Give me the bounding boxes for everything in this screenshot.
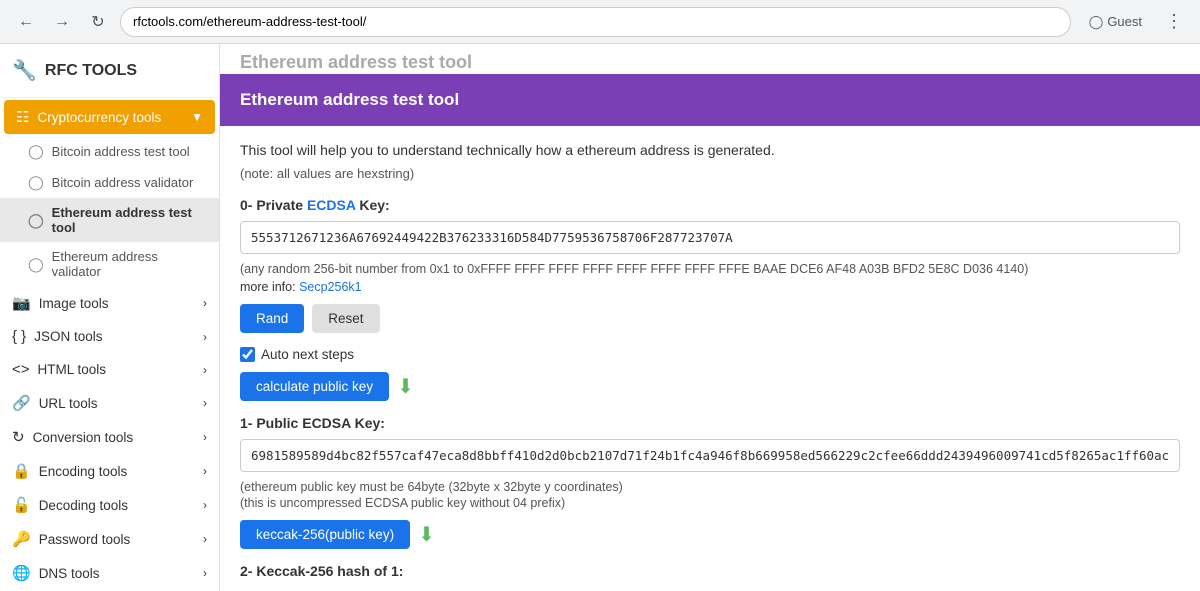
circle-icon: ◯ [28, 174, 44, 191]
sidebar-item-dns[interactable]: 🌐 DNS tools › [0, 556, 219, 590]
public-key-input[interactable] [240, 439, 1180, 472]
back-button[interactable]: ← [12, 8, 40, 36]
reload-button[interactable]: ↻ [84, 8, 112, 36]
section2: 2- Keccak-256 hash of 1: [240, 563, 1180, 579]
calc-public-key-row: calculate public key ⬇ [240, 372, 1180, 401]
code-icon: <> [12, 361, 30, 378]
browser-menu-button[interactable]: ⋮ [1160, 8, 1188, 36]
page-title-partial: Ethereum address test tool [220, 44, 1200, 74]
account-icon: ◯ [1089, 14, 1104, 30]
link-icon: 🔗 [12, 394, 31, 412]
down-arrow-icon2: ⬇ [418, 522, 435, 547]
sidebar-section-label: Encoding tools [39, 464, 128, 479]
chevron-right-icon: › [203, 566, 207, 580]
sidebar-item-conversion[interactable]: ↻ Conversion tools › [0, 420, 219, 454]
guest-label: Guest [1107, 14, 1142, 29]
sidebar-item-label: Bitcoin address validator [52, 175, 194, 190]
tool-header: Ethereum address test tool [220, 74, 1200, 126]
chevron-down-icon: ▼ [191, 110, 203, 124]
auto-next-checkbox[interactable] [240, 347, 255, 362]
sidebar-item-ethereum-address-validator[interactable]: ◯ Ethereum address validator [0, 242, 219, 286]
reset-button[interactable]: Reset [312, 304, 379, 333]
public-key-hint2: (this is uncompressed ECDSA public key w… [240, 496, 1180, 510]
sidebar: 🔧 RFC TOOLS ☷ Cryptocurrency tools ▼ ◯ B… [0, 44, 220, 591]
image-icon: 📷 [12, 294, 31, 312]
tool-title: Ethereum address test tool [240, 90, 459, 109]
chevron-right-icon: › [203, 532, 207, 546]
unlock-icon: 🔓 [12, 496, 31, 514]
sidebar-item-label: Ethereum address validator [52, 249, 207, 279]
chevron-right-icon: › [203, 296, 207, 310]
address-bar[interactable] [120, 7, 1071, 37]
chevron-right-icon: › [203, 464, 207, 478]
auto-next-label: Auto next steps [261, 347, 354, 362]
cryptocurrency-submenu: ◯ Bitcoin address test tool ◯ Bitcoin ad… [0, 136, 219, 286]
sidebar-item-url[interactable]: 🔗 URL tools › [0, 386, 219, 420]
section2-label: 2- Keccak-256 hash of 1: [240, 563, 1180, 579]
circle-icon: ◯ [28, 212, 44, 229]
sidebar-item-decoding[interactable]: 🔓 Decoding tools › [0, 488, 219, 522]
keccak-button[interactable]: keccak-256(public key) [240, 520, 410, 549]
sidebar-section-label: HTML tools [38, 362, 107, 377]
sidebar-item-html[interactable]: <> HTML tools › [0, 353, 219, 386]
logo-text: RFC TOOLS [45, 62, 137, 80]
sidebar-item-json[interactable]: { } JSON tools › [0, 320, 219, 353]
sidebar-logo: 🔧 RFC TOOLS [0, 44, 219, 98]
sidebar-item-bitcoin-address-test[interactable]: ◯ Bitcoin address test tool [0, 136, 219, 167]
browser-chrome: ← → ↻ ◯ Guest ⋮ [0, 0, 1200, 44]
tool-body: This tool will help you to understand te… [220, 126, 1200, 591]
main-content: Ethereum address test tool Ethereum addr… [220, 44, 1200, 591]
section1: 1- Public ECDSA Key: (ethereum public ke… [240, 415, 1180, 549]
chevron-right-icon: › [203, 498, 207, 512]
auto-next-row: Auto next steps [240, 347, 1180, 362]
ecdsa-link[interactable]: ECDSA [307, 197, 356, 213]
key-icon: 🔑 [12, 530, 31, 548]
sidebar-item-password[interactable]: 🔑 Password tools › [0, 522, 219, 556]
sidebar-item-bitcoin-address-validator[interactable]: ◯ Bitcoin address validator [0, 167, 219, 198]
logo-icon: 🔧 [12, 58, 37, 83]
rand-reset-row: Rand Reset [240, 304, 1180, 333]
down-arrow-icon: ⬇ [397, 374, 414, 399]
sidebar-section-label: Cryptocurrency tools [37, 110, 161, 125]
private-key-hint: (any random 256-bit number from 0x1 to 0… [240, 262, 1180, 276]
calc-public-key-button[interactable]: calculate public key [240, 372, 389, 401]
grid-icon: ☷ [16, 108, 29, 126]
more-info: more info: Secp256k1 [240, 280, 1180, 294]
chevron-right-icon: › [203, 396, 207, 410]
secp256k1-link[interactable]: Secp256k1 [299, 280, 362, 294]
sidebar-section-label: Decoding tools [39, 498, 128, 513]
forward-button[interactable]: → [48, 8, 76, 36]
section0-label: 0- Private ECDSA Key: [240, 197, 1180, 213]
section1-label: 1- Public ECDSA Key: [240, 415, 1180, 431]
braces-icon: { } [12, 328, 26, 345]
sidebar-item-encoding[interactable]: 🔒 Encoding tools › [0, 454, 219, 488]
chevron-right-icon: › [203, 430, 207, 444]
public-key-hint1: (ethereum public key must be 64byte (32b… [240, 480, 1180, 494]
sidebar-section-label: URL tools [39, 396, 98, 411]
circle-icon: ◯ [28, 143, 44, 160]
guest-button[interactable]: ◯ Guest [1079, 10, 1152, 34]
globe-icon: 🌐 [12, 564, 31, 582]
sidebar-item-cryptocurrency[interactable]: ☷ Cryptocurrency tools ▼ [4, 100, 215, 134]
sidebar-item-label: Bitcoin address test tool [52, 144, 190, 159]
circle-icon: ◯ [28, 256, 44, 273]
sidebar-item-label: Ethereum address test tool [52, 205, 207, 235]
chevron-right-icon: › [203, 363, 207, 377]
tool-description: This tool will help you to understand te… [240, 142, 1180, 158]
sidebar-item-ethereum-address-test[interactable]: ◯ Ethereum address test tool [0, 198, 219, 242]
private-key-input[interactable] [240, 221, 1180, 254]
sidebar-item-image[interactable]: 📷 Image tools › [0, 286, 219, 320]
tool-note: (note: all values are hexstring) [240, 166, 1180, 181]
chevron-right-icon: › [203, 330, 207, 344]
keccak-btn-row: keccak-256(public key) ⬇ [240, 520, 1180, 549]
rand-button[interactable]: Rand [240, 304, 304, 333]
sidebar-section-label: DNS tools [39, 566, 100, 581]
sidebar-section-label: Conversion tools [33, 430, 134, 445]
lock-icon: 🔒 [12, 462, 31, 480]
sidebar-section-label: Image tools [39, 296, 109, 311]
sidebar-section-label: JSON tools [34, 329, 102, 344]
sidebar-section-label: Password tools [39, 532, 131, 547]
refresh-icon: ↻ [12, 428, 25, 446]
